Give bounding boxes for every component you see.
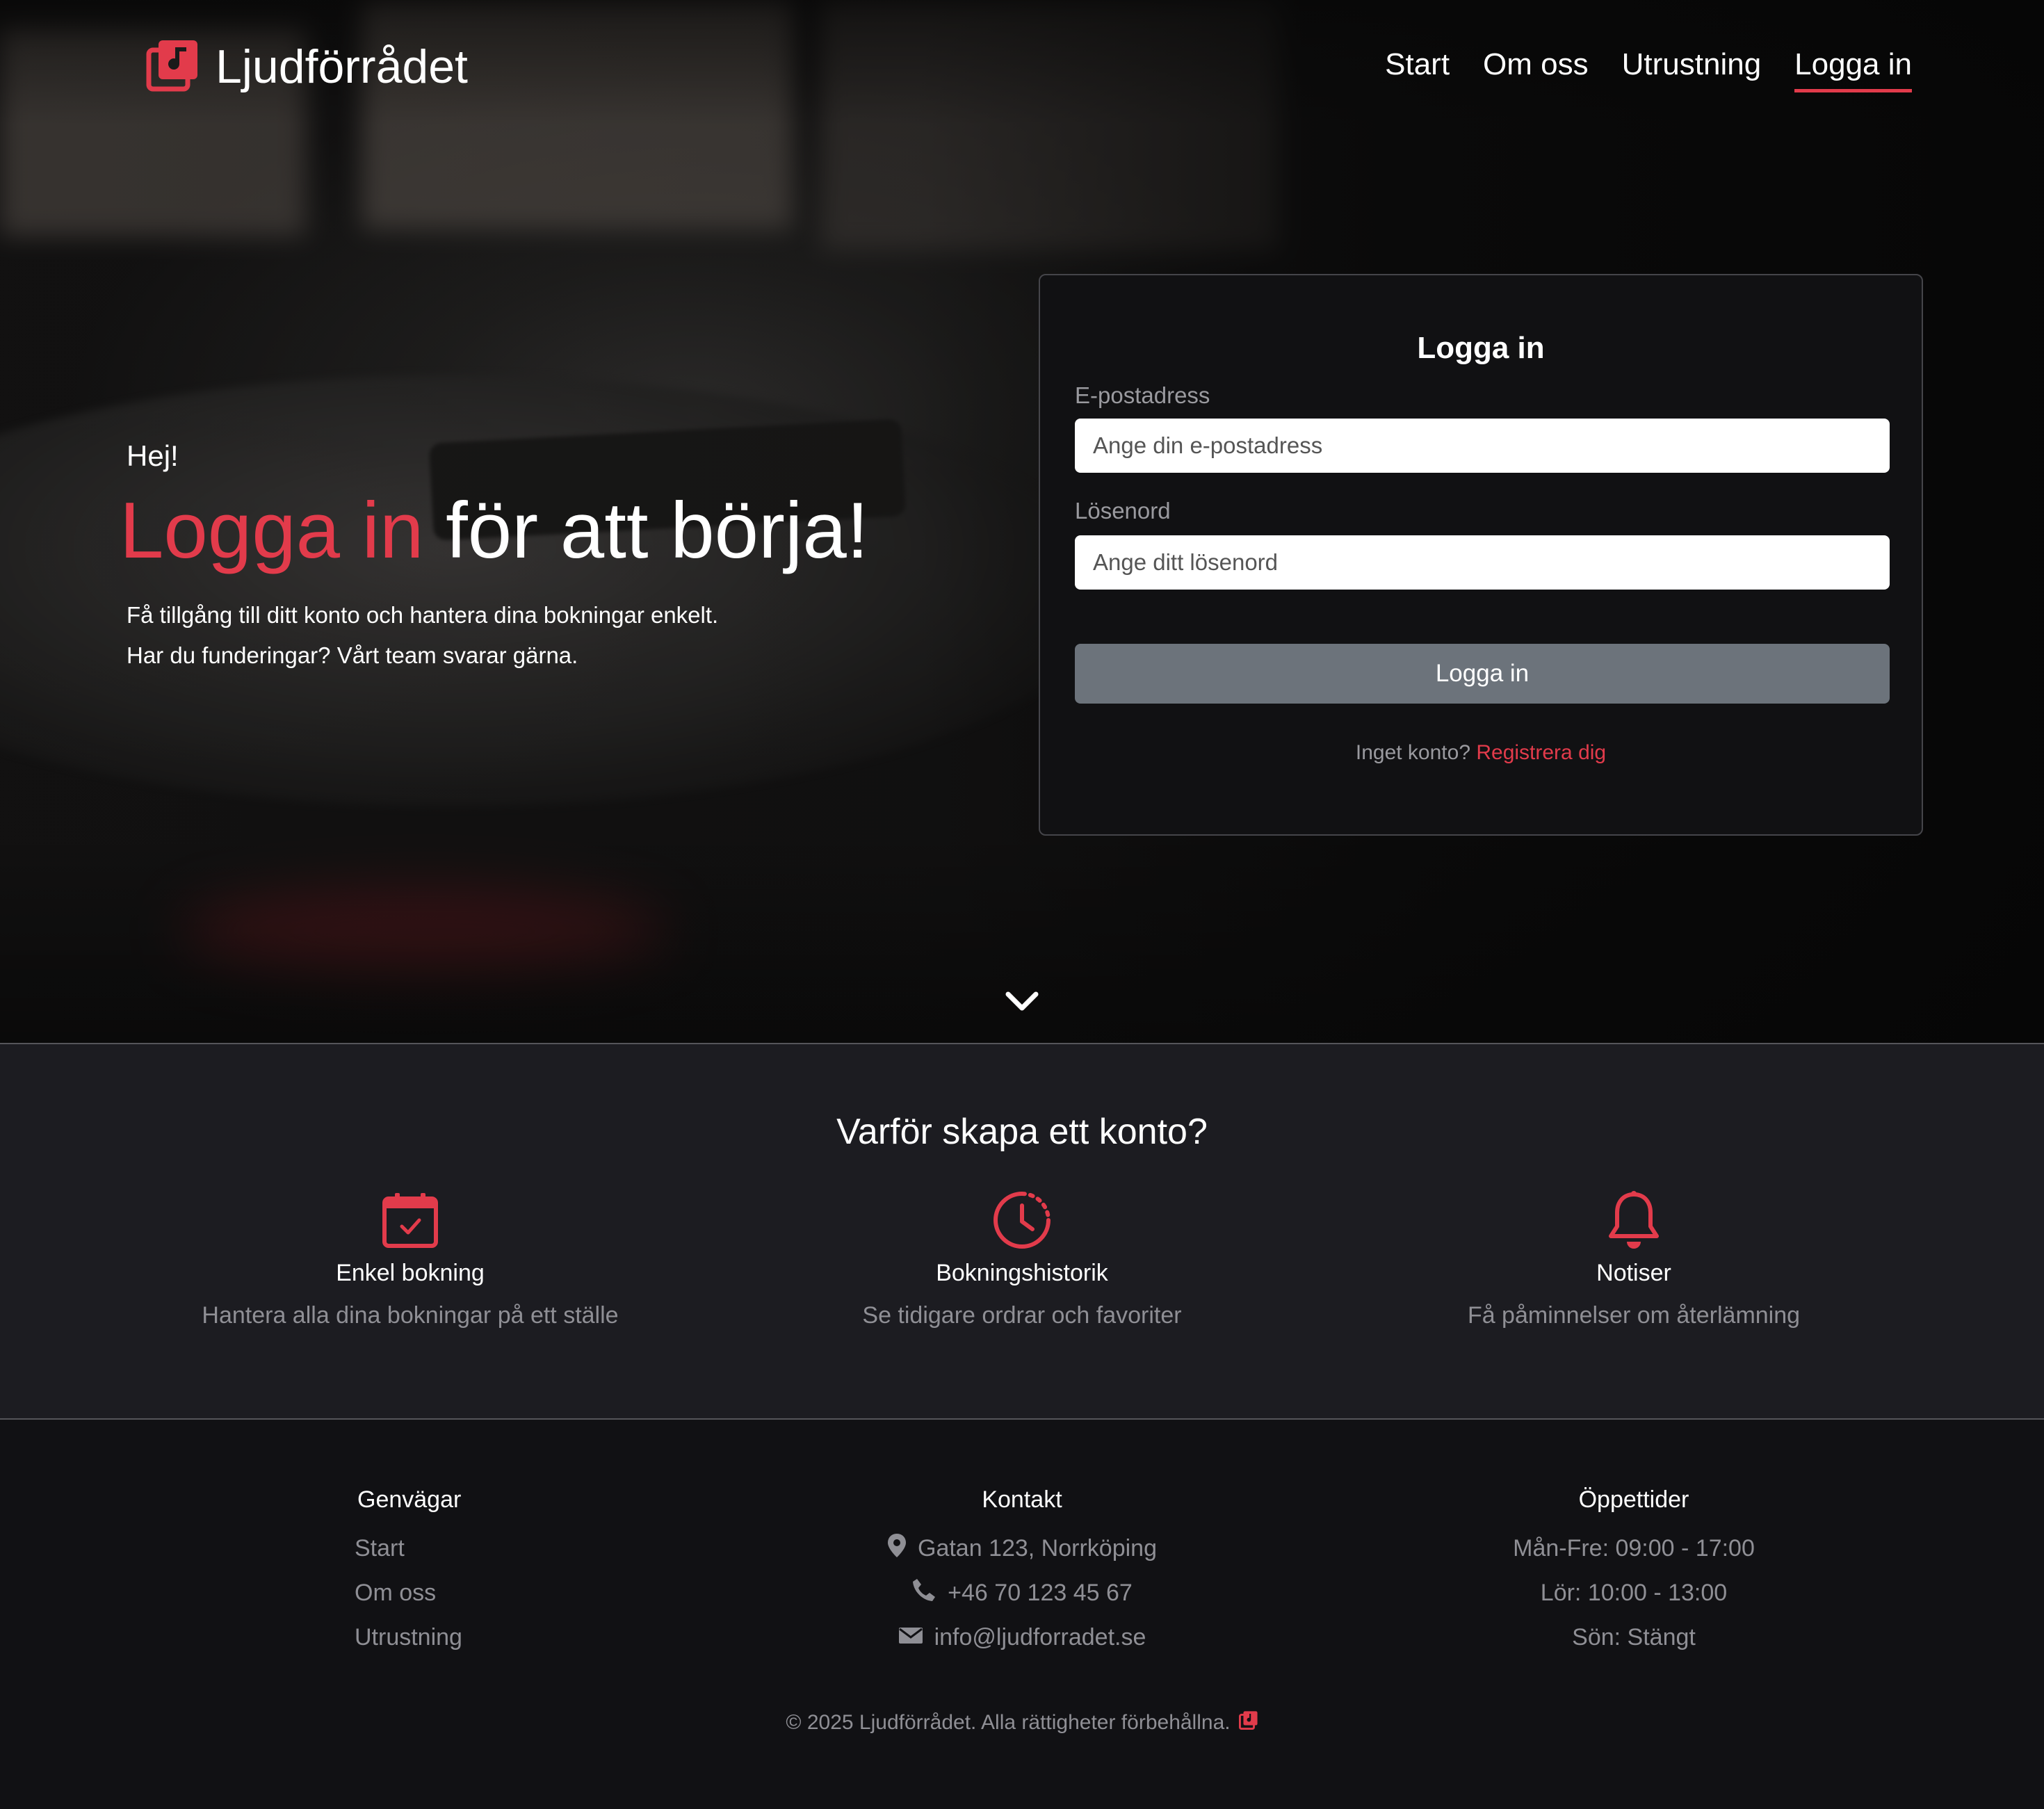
- footer-link-utrustning[interactable]: Utrustning: [355, 1622, 462, 1653]
- register-link[interactable]: Registrera dig: [1476, 741, 1606, 764]
- copyright-text: © 2025 Ljudförrådet. Alla rättigheter fö…: [786, 1711, 1231, 1734]
- register-prompt: Inget konto? Registrera dig: [1040, 741, 1922, 765]
- footer-heading: Kontakt: [982, 1486, 1062, 1513]
- contact-email[interactable]: info@ljudforradet.se: [934, 1622, 1146, 1653]
- hours-weekdays: Mån-Fre: 09:00 - 17:00: [1513, 1535, 1755, 1561]
- music-note-stack-icon: [1238, 1710, 1258, 1735]
- brand-logo-link[interactable]: Ljudförrådet: [146, 38, 468, 95]
- feature-title: Bokningshistorik: [936, 1260, 1108, 1286]
- map-pin-icon: [887, 1533, 907, 1566]
- footer-link-om-oss[interactable]: Om oss: [355, 1577, 436, 1608]
- footer-contact: Kontakt Gatan 123, Norrköping +46 70 123…: [716, 1486, 1328, 1666]
- footer-link-start[interactable]: Start: [355, 1533, 405, 1564]
- headline-rest: för att börja!: [423, 487, 869, 575]
- nav-item-utrustning[interactable]: Utrustning: [1622, 47, 1762, 92]
- contact-phone[interactable]: +46 70 123 45 67: [948, 1577, 1133, 1608]
- features-section: Varför skapa ett konto? Enkel bokning Ha…: [0, 1044, 2044, 1418]
- hero-lead-line: Har du funderingar? Vårt team svarar gär…: [127, 642, 578, 668]
- site-footer: Genvägar Start Om oss Utrustning Kontakt…: [0, 1420, 2044, 1809]
- hero-headline: Logga in för att börja!: [120, 485, 868, 576]
- hero-greeting: Hej!: [127, 439, 179, 472]
- footer-heading: Öppettider: [1578, 1486, 1689, 1513]
- no-account-text: Inget konto?: [1355, 741, 1477, 764]
- footer-hours: Öppettider Mån-Fre: 09:00 - 17:00 Lör: 1…: [1328, 1486, 1940, 1666]
- footer-heading: Genvägar: [357, 1486, 462, 1513]
- footer-shortcuts: Genvägar Start Om oss Utrustning: [306, 1486, 598, 1666]
- login-button[interactable]: Logga in: [1075, 644, 1890, 704]
- hours-saturday: Lör: 10:00 - 13:00: [1540, 1580, 1728, 1606]
- phone-icon: [911, 1577, 936, 1610]
- clock-history-icon: [716, 1183, 1328, 1250]
- music-note-stack-icon: [146, 38, 200, 95]
- login-card: Logga in E-postadress Lösenord Logga in …: [1039, 274, 1923, 836]
- feature-item: Bokningshistorik Se tidigare ordrar och …: [716, 1183, 1328, 1329]
- feature-title: Enkel bokning: [336, 1260, 485, 1286]
- email-field[interactable]: [1075, 419, 1890, 473]
- nav-item-logga-in[interactable]: Logga in: [1794, 47, 1912, 92]
- copyright: © 2025 Ljudförrådet. Alla rättigheter fö…: [0, 1710, 2044, 1735]
- hero-lead: Få tillgång till ditt konto och hantera …: [127, 595, 718, 676]
- hero-lead-line: Få tillgång till ditt konto och hantera …: [127, 602, 719, 628]
- email-label: E-postadress: [1075, 382, 1210, 408]
- feature-title: Notiser: [1596, 1260, 1671, 1286]
- feature-desc: Se tidigare ordrar och favoriter: [862, 1302, 1182, 1329]
- login-title: Logga in: [1417, 331, 1545, 365]
- nav-item-om-oss[interactable]: Om oss: [1483, 47, 1589, 92]
- feature-desc: Få påminnelser om återlämning: [1467, 1302, 1801, 1329]
- bell-icon: [1328, 1183, 1940, 1250]
- nav-item-start[interactable]: Start: [1385, 47, 1450, 92]
- envelope-icon: [898, 1622, 923, 1653]
- password-field[interactable]: [1075, 535, 1890, 590]
- chevron-down-icon[interactable]: [1005, 990, 1039, 1017]
- brand-name: Ljudförrådet: [216, 40, 468, 93]
- hours-sunday: Sön: Stängt: [1572, 1624, 1696, 1650]
- feature-desc: Hantera alla dina bokningar på ett ställ…: [202, 1302, 619, 1329]
- hero-section: Ljudförrådet Start Om oss Utrustning Log…: [0, 0, 2044, 1043]
- main-nav: Start Om oss Utrustning Logga in: [1385, 47, 1912, 92]
- feature-item: Enkel bokning Hantera alla dina bokninga…: [104, 1183, 716, 1329]
- feature-item: Notiser Få påminnelser om återlämning: [1328, 1183, 1940, 1329]
- calendar-check-icon: [104, 1183, 716, 1250]
- password-label: Lösenord: [1075, 498, 1171, 524]
- contact-address: Gatan 123, Norrköping: [918, 1535, 1157, 1561]
- headline-accent: Logga in: [120, 487, 424, 575]
- features-title: Varför skapa ett konto?: [836, 1112, 1208, 1152]
